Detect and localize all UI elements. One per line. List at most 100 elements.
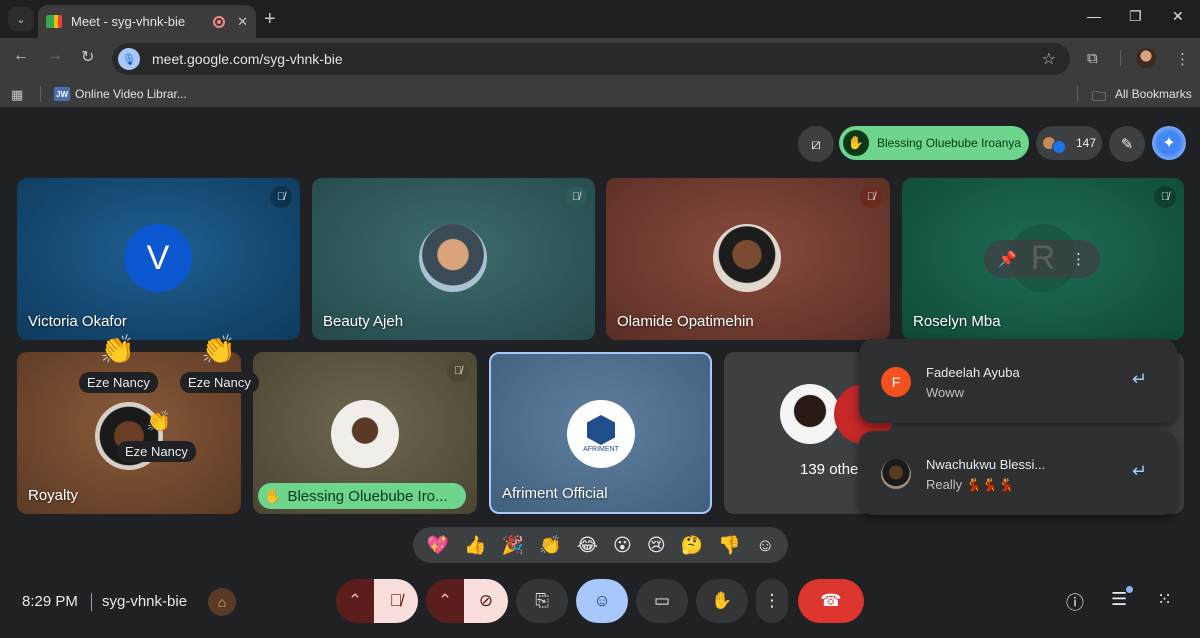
reply-arrow-icon[interactable]: ↵ (1132, 461, 1147, 482)
extensions-puzzle-icon[interactable]: ⧉ (1087, 50, 1098, 67)
thumbs-up-emoji-icon[interactable]: 👍 (464, 535, 486, 556)
participant-name: Blessing Oluebube Iro... (287, 487, 448, 505)
mic-off-icon: 🎙̸ (860, 186, 882, 208)
participant-name: Olamide Opatimehin (617, 313, 754, 330)
chat-message-toast[interactable]: Nwachukwu Blessi... Really 💃💃💃 ↵ (859, 431, 1177, 515)
host-controls-icon[interactable]: ⌂ (208, 588, 236, 616)
url-text: meet.google.com/syg-vhnk-bie (152, 51, 343, 67)
forward-arrow-icon[interactable]: → (47, 47, 63, 65)
reaction-name-label: Eze Nancy (79, 372, 158, 393)
participant-name: Afriment Official (502, 485, 608, 502)
mic-off-icon: 🎙̸ (565, 186, 587, 208)
apps-grid-icon[interactable]: ▦ (11, 87, 23, 103)
more-options-kebab-icon[interactable]: ⋮ (756, 579, 788, 623)
video-options-chevron-icon[interactable]: ⌃ (426, 579, 464, 623)
captions-button[interactable]: ▭ (636, 579, 688, 623)
bookmark-online-video-library[interactable]: Online Video Librar... (75, 87, 187, 101)
chat-message-text: Woww (926, 385, 965, 400)
browser-tab-meet[interactable]: Meet - syg-vhnk-bie ✕ (38, 5, 256, 38)
no-effects-icon[interactable]: ⧄ (798, 126, 834, 162)
avatar-photo (419, 224, 487, 292)
gemini-sparkle-icon[interactable]: ✦ (1152, 126, 1186, 160)
hexagon-logo-icon (587, 415, 615, 445)
surprised-emoji-icon[interactable]: 😮 (613, 535, 632, 556)
reactions-emoji-button[interactable]: ☺ (576, 579, 628, 623)
chat-message-text: Really 💃💃💃 (926, 477, 1015, 492)
sender-avatar-photo (881, 459, 911, 489)
chat-message-toast[interactable]: F Fadeelah Ayuba Woww ↵ (859, 339, 1177, 423)
window-restore-icon[interactable]: ❐ (1129, 8, 1142, 25)
participant-name: Roselyn Mba (913, 313, 1001, 330)
tile-hover-controls: 📌 ⋮ (984, 240, 1100, 278)
sender-avatar: F (881, 367, 911, 397)
add-reaction-icon[interactable]: ☺ (756, 535, 774, 556)
camera-off-button[interactable]: ⊘ (464, 579, 508, 623)
raised-hand-notification[interactable]: ✋ Blessing Oluebube Iroanya (839, 126, 1029, 160)
raised-hand-tile-label: ✋ Blessing Oluebube Iro... (258, 483, 466, 509)
avatar-photo (780, 384, 840, 444)
thumbs-down-emoji-icon[interactable]: 👎 (718, 535, 740, 556)
window-close-icon[interactable]: ✕ (1172, 8, 1184, 25)
back-arrow-icon[interactable]: ← (13, 47, 29, 65)
clapping-hands-emoji-icon[interactable]: 👏 (539, 535, 561, 556)
clapping-hands-reaction-icon: 👏 (146, 411, 171, 433)
tile-more-kebab-icon[interactable]: ⋮ (1071, 250, 1086, 268)
meeting-info-icon[interactable]: ⓘ (1066, 589, 1084, 615)
meet-favicon-icon (46, 15, 62, 28)
crying-emoji-icon[interactable]: 😢 (647, 535, 666, 556)
avatar-photo (713, 224, 781, 292)
participants-button[interactable]: 147 (1036, 126, 1102, 160)
new-tab-plus-icon[interactable]: + (264, 8, 276, 31)
pen-edit-icon[interactable]: ✎ (1109, 126, 1145, 162)
tab-close-icon[interactable]: ✕ (237, 14, 248, 30)
avatar-photo (331, 400, 399, 468)
audio-options-chevron-icon[interactable]: ⌃ (336, 579, 374, 623)
jw-favicon-icon: JW (54, 87, 70, 101)
party-popper-emoji-icon[interactable]: 🎉 (502, 535, 524, 556)
profile-avatar[interactable] (1136, 48, 1156, 68)
window-minimize-icon[interactable]: — (1087, 8, 1101, 24)
reply-arrow-icon[interactable]: ↵ (1132, 369, 1147, 390)
raised-hand-name: Blessing Oluebube Iroanya (877, 136, 1022, 150)
activities-grid-icon[interactable]: ⁙ (1157, 589, 1172, 610)
mic-off-button[interactable]: 🎙̸ (374, 579, 418, 623)
others-count-label: 139 othe (800, 461, 859, 478)
thinking-emoji-icon[interactable]: 🤔 (681, 535, 703, 556)
mic-off-icon: 🎙̸ (1154, 186, 1176, 208)
chat-bubble-icon[interactable]: ☰ (1111, 589, 1127, 610)
chat-unread-dot (1126, 586, 1133, 593)
bookmark-star-icon[interactable]: ☆ (1042, 49, 1056, 69)
mic-off-icon: 🎙̸ (270, 186, 292, 208)
participant-tile[interactable]: 🎙̸ Olamide Opatimehin (606, 178, 890, 340)
browser-menu-kebab-icon[interactable]: ⋮ (1175, 50, 1190, 68)
bookmarks-divider (40, 86, 41, 102)
participant-tile[interactable]: V 🎙̸ Victoria Okafor (17, 178, 300, 340)
participant-tile-active-speaker[interactable]: AFRIMENT Afriment Official (489, 352, 712, 514)
pin-icon[interactable]: 📌 (998, 250, 1017, 268)
participant-name: Victoria Okafor (28, 313, 127, 330)
reaction-name-label: Eze Nancy (117, 441, 196, 462)
tears-of-joy-emoji-icon[interactable]: 😂 (577, 535, 598, 556)
raise-hand-button[interactable]: ✋ (696, 579, 748, 623)
participant-name: Royalty (28, 487, 79, 504)
microphone-icon[interactable]: 🎙 (118, 48, 140, 70)
clapping-hands-reaction-icon: 👏 (201, 334, 236, 365)
sparkling-heart-emoji-icon[interactable]: 💖 (427, 535, 449, 556)
participant-avatar (1052, 140, 1066, 154)
reload-icon[interactable]: ↻ (81, 47, 94, 67)
recording-indicator-icon (213, 15, 226, 28)
avatar-initial: V (124, 224, 192, 292)
all-bookmarks-link[interactable]: All Bookmarks (1115, 87, 1192, 101)
bookmarks-divider-right (1077, 86, 1078, 102)
clock-divider (91, 593, 92, 611)
address-bar[interactable]: 🎙 meet.google.com/syg-vhnk-bie ☆ (112, 43, 1070, 75)
present-screen-button[interactable]: ⎘ (516, 579, 568, 623)
participant-tile[interactable]: 🎙̸ Beauty Ajeh (312, 178, 595, 340)
reaction-name-label: Eze Nancy (180, 372, 259, 393)
meeting-code: syg-vhnk-bie (102, 593, 188, 610)
leave-call-button[interactable]: ☎ (798, 579, 864, 623)
raised-hand-icon: ✋ (843, 130, 869, 156)
tab-title: Meet - syg-vhnk-bie (71, 14, 186, 29)
tab-search-chevron-icon[interactable]: ⌄ (8, 7, 34, 31)
raised-hand-icon: ✋ (264, 487, 282, 504)
